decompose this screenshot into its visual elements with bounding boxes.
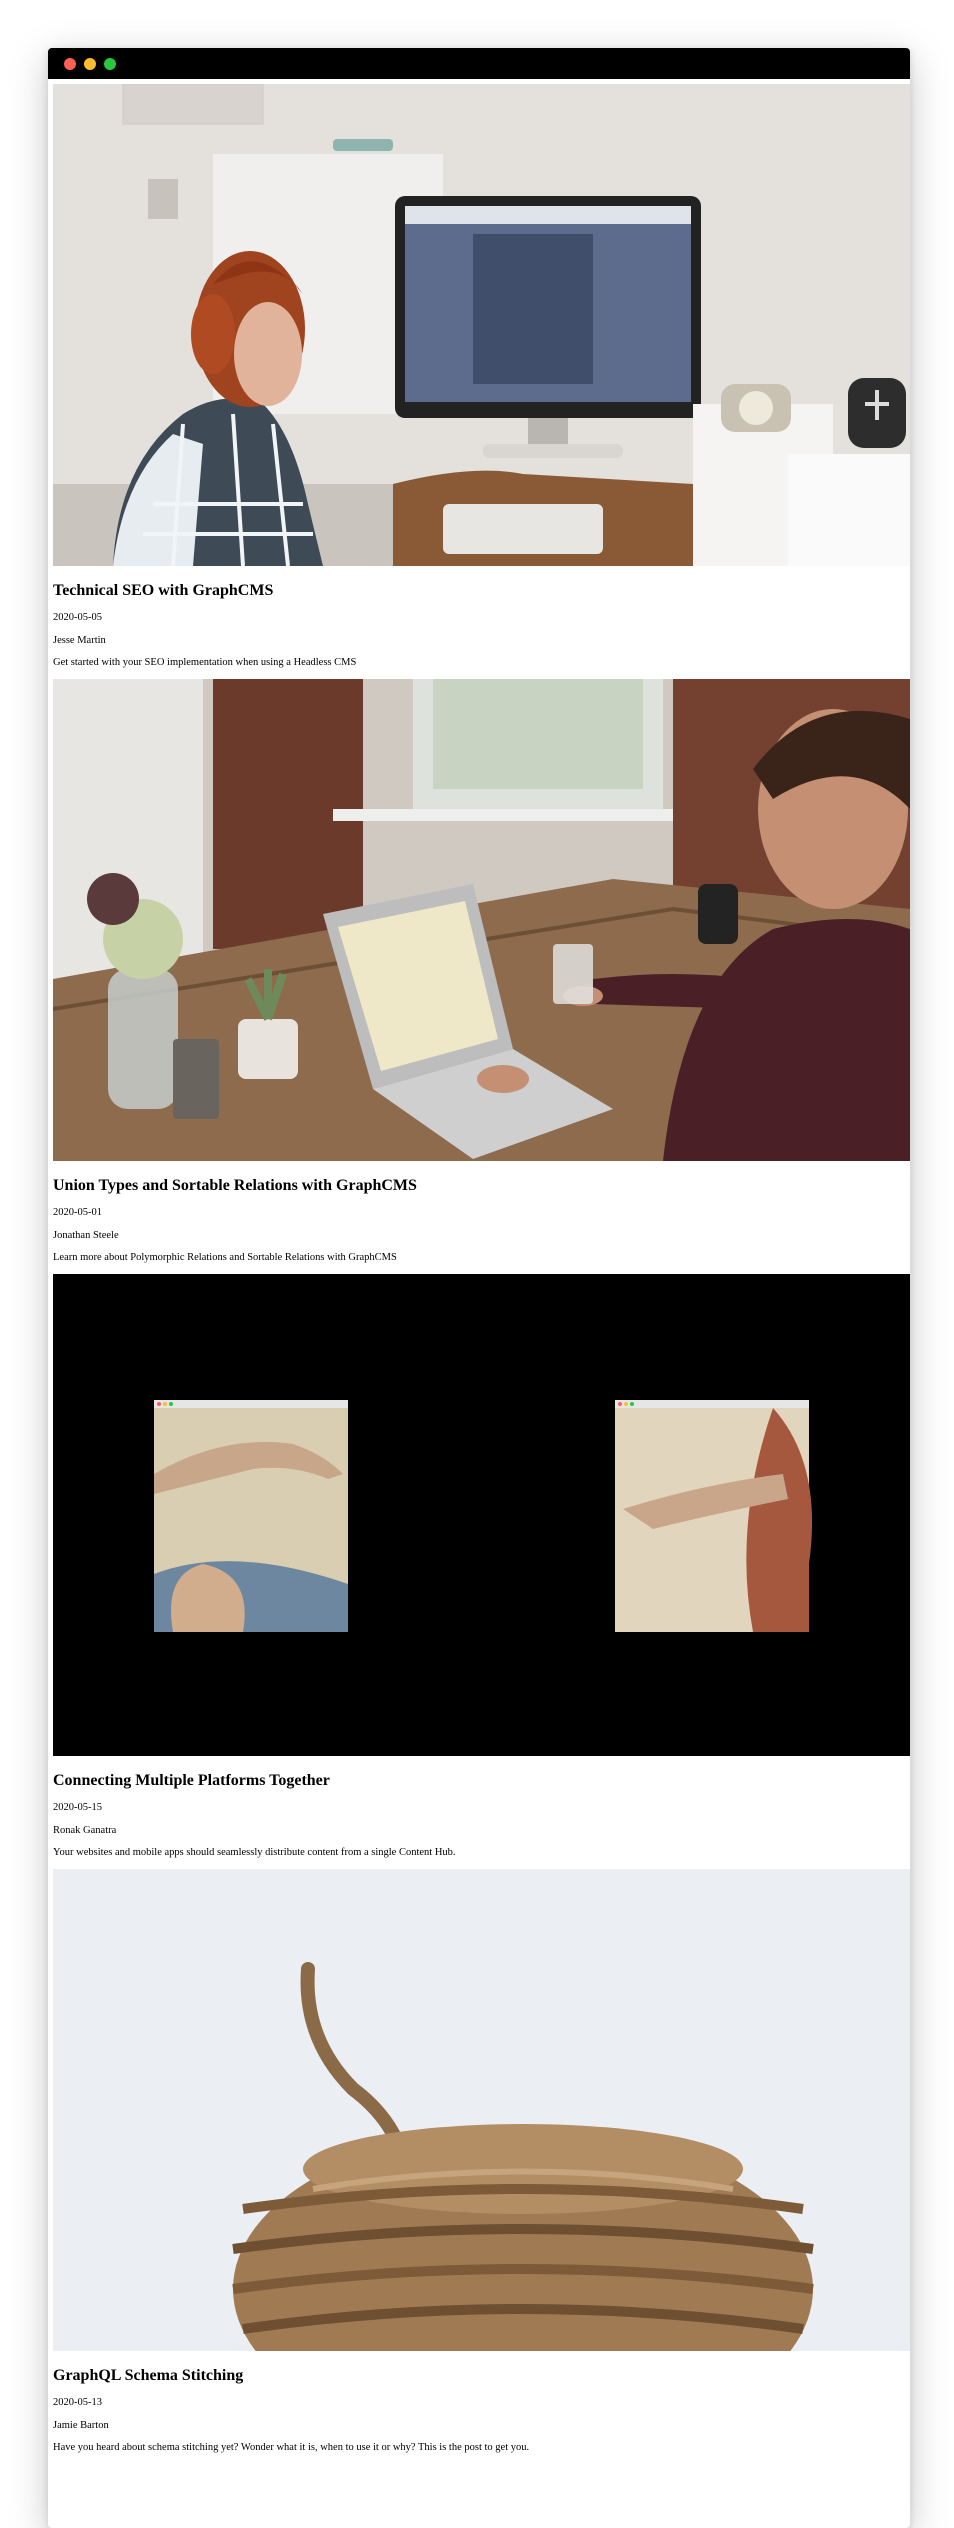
post-card: Technical SEO with GraphCMS 2020-05-05 J… <box>53 84 910 670</box>
post-date: 2020-05-01 <box>53 1207 102 1218</box>
post-cover-image[interactable] <box>53 679 910 1161</box>
post-excerpt: Learn more about Polymorphic Relations a… <box>53 1252 397 1263</box>
browser-window: Technical SEO with GraphCMS 2020-05-05 J… <box>48 48 910 2528</box>
post-date: 2020-05-13 <box>53 2397 102 2408</box>
post-title[interactable]: Technical SEO with GraphCMS <box>53 581 910 601</box>
post-author: Jonathan Steele <box>53 1229 119 1241</box>
post-title[interactable]: Connecting Multiple Platforms Together <box>53 1771 910 1791</box>
maximize-window-button[interactable] <box>104 57 116 70</box>
post-cover-image[interactable] <box>53 84 910 566</box>
post-author: Jesse Martin <box>53 634 106 646</box>
window-titlebar <box>48 48 910 79</box>
post-title[interactable]: GraphQL Schema Stitching <box>53 2366 910 2386</box>
post-card: GraphQL Schema Stitching 2020-05-13 Jami… <box>53 1869 910 2455</box>
post-title[interactable]: Union Types and Sortable Relations with … <box>53 1176 910 1196</box>
post-date: 2020-05-15 <box>53 1802 102 1813</box>
post-excerpt: Get started with your SEO implementation… <box>53 657 357 668</box>
creation-of-adam-photo <box>53 1274 910 1756</box>
post-author: Ronak Ganatra <box>53 1824 117 1836</box>
post-card: Connecting Multiple Platforms Together 2… <box>53 1274 910 1860</box>
close-window-button[interactable] <box>64 57 76 70</box>
office-desk-photo <box>53 84 910 566</box>
post-date: 2020-05-05 <box>53 612 102 623</box>
post-excerpt: Have you heard about schema stitching ye… <box>53 2442 530 2453</box>
post-card: Union Types and Sortable Relations with … <box>53 679 910 1265</box>
laptop-workspace-photo <box>53 679 910 1161</box>
twine-ball-photo <box>53 1869 910 2351</box>
minimize-window-button[interactable] <box>84 57 96 70</box>
post-list: Technical SEO with GraphCMS 2020-05-05 J… <box>48 79 910 2455</box>
post-author: Jamie Barton <box>53 2419 109 2431</box>
post-cover-image[interactable] <box>53 1869 910 2351</box>
post-cover-image[interactable] <box>53 1274 910 1756</box>
post-excerpt: Your websites and mobile apps should sea… <box>53 1847 456 1858</box>
